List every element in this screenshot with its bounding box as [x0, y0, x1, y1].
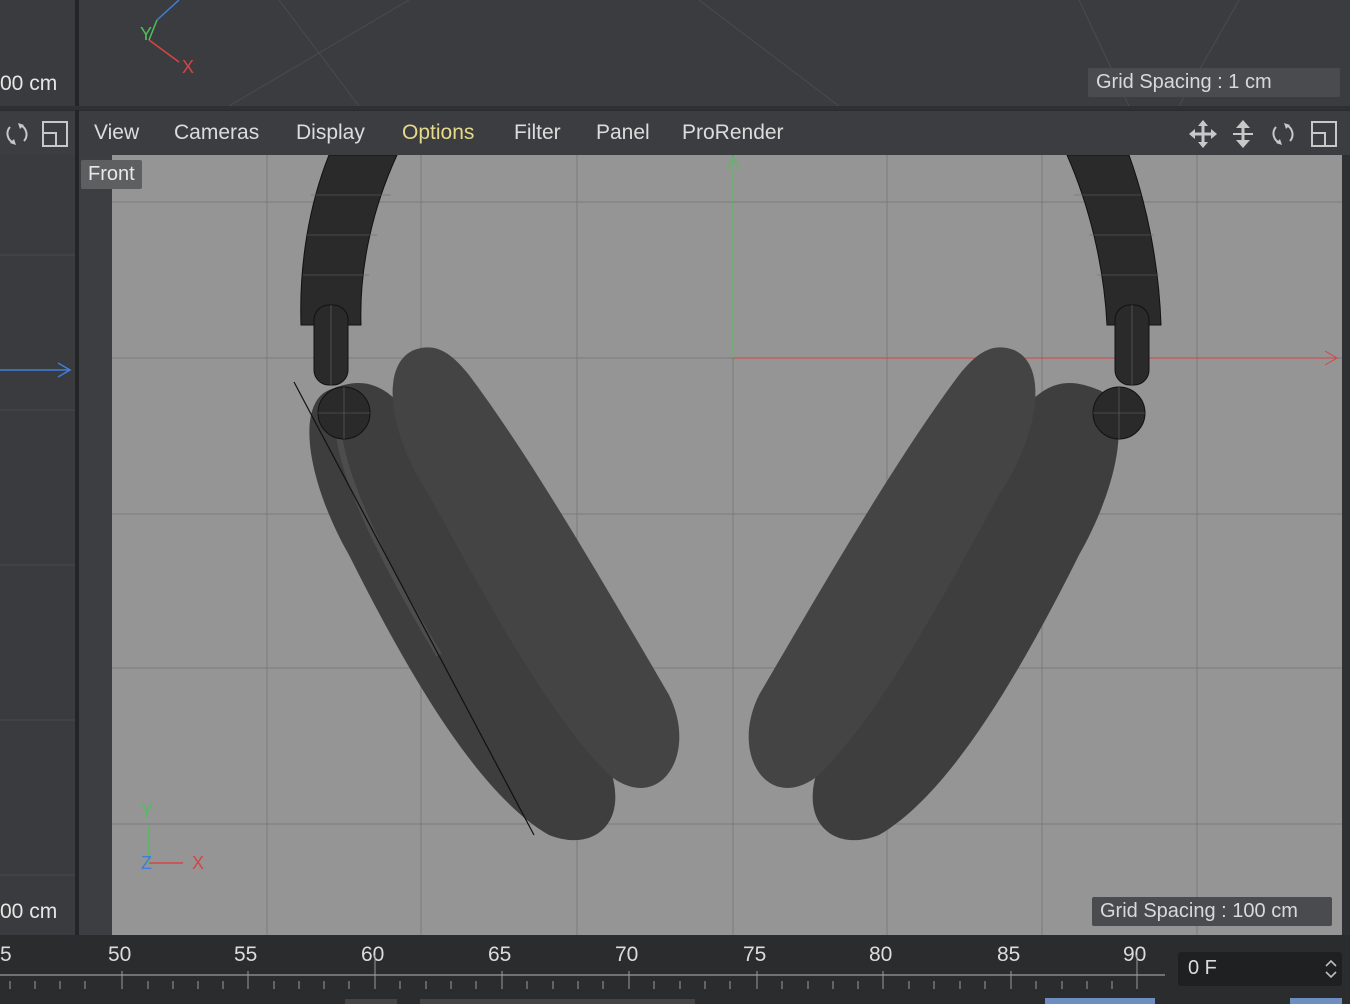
timeline-range-handle[interactable]: [1290, 998, 1342, 1004]
viewport-left-strip: [79, 155, 112, 935]
front-viewport-canvas: [79, 155, 1342, 935]
maximize-icon[interactable]: [40, 119, 70, 149]
menu-options[interactable]: Options: [402, 121, 474, 145]
left-cm-label-bottom: 00 cm: [0, 900, 58, 923]
viewport-menubar: View Cameras Display Options Filter Pane…: [79, 110, 1350, 155]
right-ear-cup[interactable]: [748, 347, 1119, 841]
gizmo-x-label: X: [182, 57, 195, 77]
timeline-ruler: [0, 955, 1165, 1004]
left-viewport-body[interactable]: 00 cm: [0, 155, 75, 935]
maximize-icon[interactable]: [1309, 119, 1339, 149]
menu-prorender[interactable]: ProRender: [682, 121, 784, 145]
rotate-icon[interactable]: [1268, 119, 1298, 149]
menu-panel[interactable]: Panel: [596, 121, 650, 145]
current-frame-value: 0 F: [1188, 957, 1217, 979]
gizmo-x-label: X: [192, 853, 205, 873]
grid-spacing-badge-front: Grid Spacing : 100 cm: [1092, 897, 1332, 926]
stepper-icon[interactable]: [1324, 957, 1338, 981]
current-frame-field[interactable]: 0 F: [1178, 952, 1342, 986]
menu-cameras[interactable]: Cameras: [174, 121, 259, 145]
gizmo-z-label: Z: [141, 853, 152, 873]
menu-filter[interactable]: Filter: [514, 121, 561, 145]
left-viewport-menubar: [0, 110, 75, 155]
gizmo-y-label: Y: [140, 24, 153, 44]
front-viewport[interactable]: Y Z X Grid Spacing : 100 cm: [79, 155, 1342, 935]
menu-view[interactable]: View: [94, 121, 139, 145]
left-viewport-grid: [0, 254, 75, 876]
rotate-icon[interactable]: [2, 119, 32, 149]
view-label-front[interactable]: Front: [81, 160, 142, 189]
grid-spacing-badge-top: Grid Spacing : 1 cm: [1088, 68, 1340, 97]
left-cm-label: 00 cm: [0, 72, 58, 95]
gizmo-y-label: Y: [141, 801, 154, 821]
menu-display[interactable]: Display: [296, 121, 365, 145]
timeline[interactable]: 5 50 55 60 65 70 75 80 85 90: [0, 935, 1350, 1004]
move-icon[interactable]: [1188, 119, 1218, 149]
viewport-right-border: [1342, 155, 1350, 935]
zoom-icon[interactable]: [1228, 119, 1258, 149]
left-viewport-top: 00 cm: [0, 0, 75, 106]
perspective-viewport-top[interactable]: Y X Grid Spacing : 1 cm: [79, 0, 1350, 106]
